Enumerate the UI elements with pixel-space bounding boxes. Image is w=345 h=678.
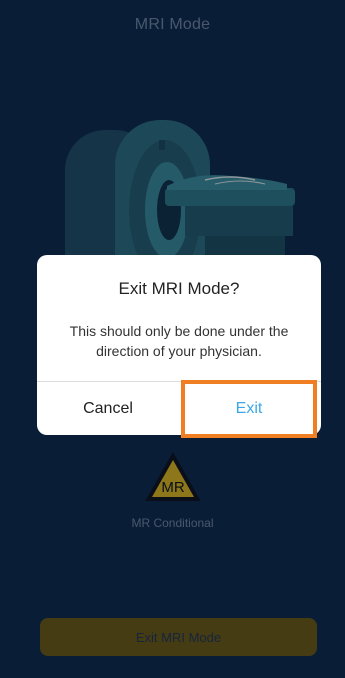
exit-mri-dialog: Exit MRI Mode? This should only be done … [37,255,321,435]
mri-mode-screen: MRI Mode MR MR Conditional Exit MRI Mode… [0,0,345,678]
dialog-message: This should only be done under the direc… [69,323,289,359]
cancel-button[interactable]: Cancel [37,382,179,435]
exit-button[interactable]: Exit [183,382,315,435]
dialog-title: Exit MRI Mode? [118,279,240,298]
